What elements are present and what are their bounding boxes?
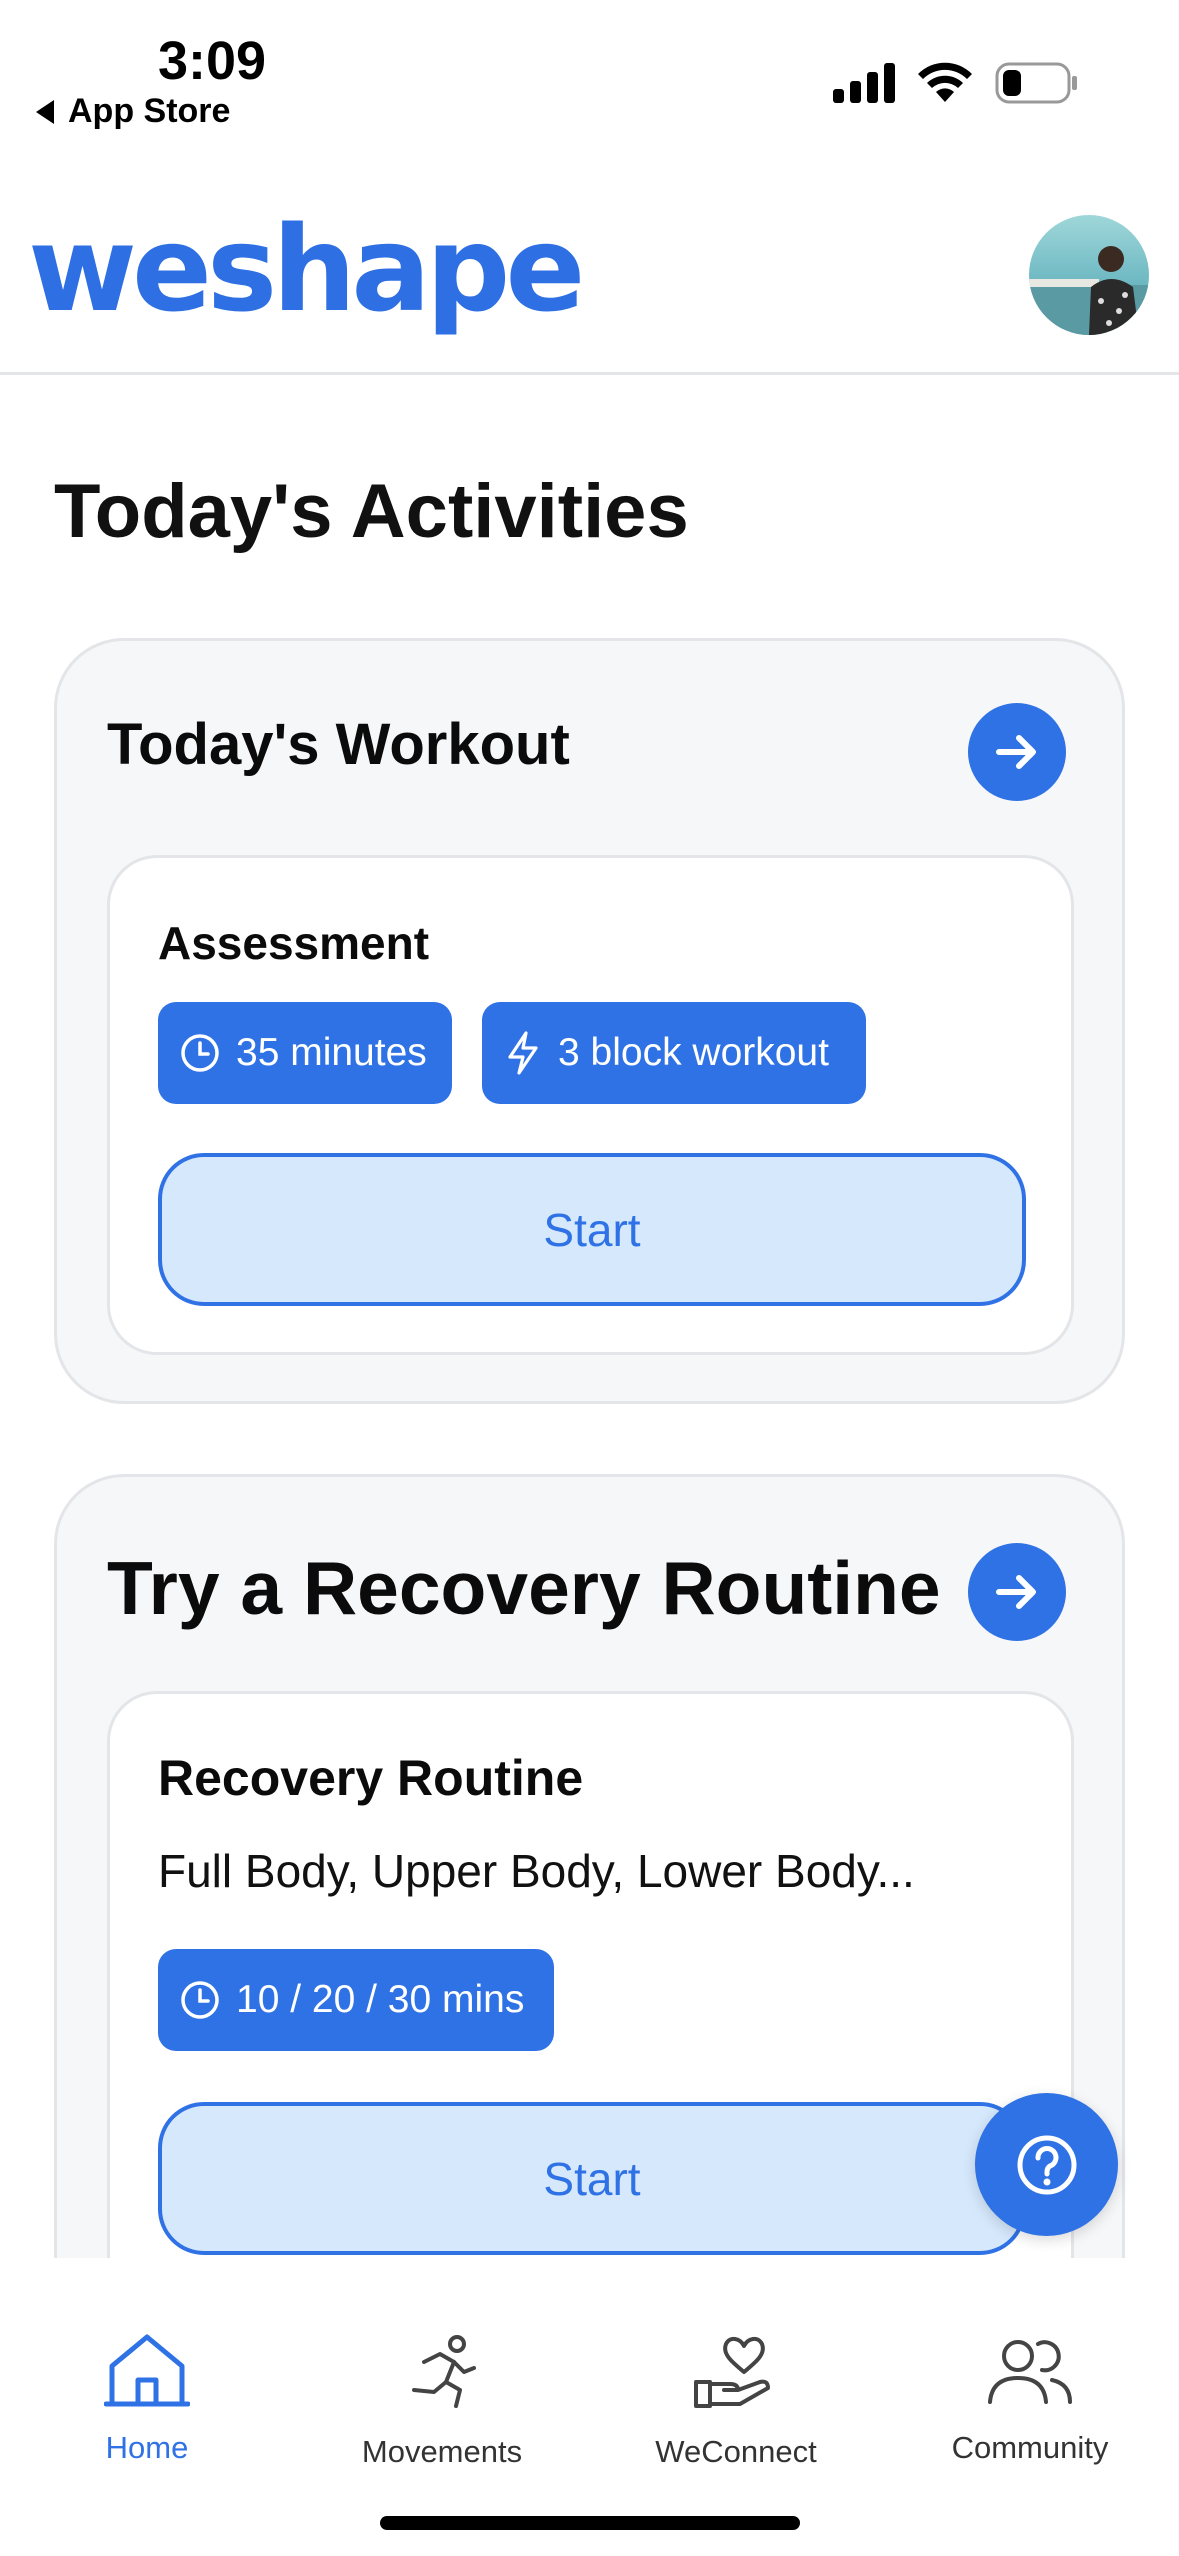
home-icon [104, 2334, 190, 2407]
todays-workout-title: Today's Workout [107, 712, 570, 777]
tab-movements-label: Movements [361, 2434, 523, 2469]
running-person-icon [412, 2335, 476, 2408]
battery-icon [995, 62, 1077, 104]
recovery-routine-title: Recovery Routine [158, 1750, 584, 1806]
people-icon [988, 2340, 1072, 2404]
recovery-routine-card: Try a Recovery Routine Recovery Routine … [54, 1474, 1125, 2264]
page-title: Today's Activities [54, 469, 689, 554]
help-button[interactable] [975, 2093, 1118, 2236]
tab-home-label: Home [105, 2430, 189, 2465]
tab-community[interactable]: Community [900, 2332, 1160, 2466]
bottom-tab-bar: Home Movements WeConnect Community [0, 2258, 1179, 2556]
app-header: weshape [0, 170, 1179, 375]
weshape-logo: weshape [28, 200, 585, 338]
recovery-routine-subtitle: Full Body, Upper Body, Lower Body... [158, 1845, 915, 1897]
back-to-app-store[interactable]: App Store [36, 92, 230, 131]
tab-community-label: Community [951, 2430, 1109, 2465]
recovery-duration-chip: 10 / 20 / 30 mins [158, 1949, 554, 2051]
start-assessment-button[interactable]: Start [158, 1153, 1026, 1306]
assessment-card: Assessment 35 minutes 3 block workout St… [107, 855, 1074, 1355]
tab-movements[interactable]: Movements [312, 2332, 572, 2470]
todays-workout-card: Today's Workout Assessment 35 minutes 3 … [54, 638, 1125, 1404]
arrow-right-icon [996, 1575, 1036, 1609]
back-triangle-icon [36, 99, 54, 124]
avatar-photo [1029, 246, 1149, 335]
home-indicator [380, 2516, 800, 2530]
arrow-right-icon [996, 735, 1036, 769]
status-bar: 3:09 App Store [0, 0, 1179, 160]
clock-icon [181, 1034, 219, 1072]
blocks-text: 3 block workout [558, 1031, 829, 1074]
tab-weconnect[interactable]: WeConnect [606, 2332, 866, 2470]
duration-chip: 35 minutes [158, 1002, 452, 1104]
lightning-icon [508, 1031, 538, 1075]
tab-weconnect-label: WeConnect [655, 2434, 817, 2469]
clock-icon [181, 1981, 219, 2019]
wifi-icon [918, 62, 972, 102]
blocks-chip: 3 block workout [482, 1002, 866, 1104]
start-recovery-button[interactable]: Start [158, 2102, 1026, 2255]
avatar[interactable] [1029, 215, 1149, 335]
workout-arrow-button[interactable] [968, 703, 1066, 801]
recovery-arrow-button[interactable] [968, 1543, 1066, 1641]
duration-text: 35 minutes [236, 1031, 427, 1074]
question-circle-icon [1017, 2135, 1076, 2194]
status-icons [833, 62, 1079, 104]
signal-icon [833, 63, 895, 103]
recovery-card-title: Try a Recovery Routine [107, 1546, 941, 1630]
recovery-duration-text: 10 / 20 / 30 mins [236, 1978, 525, 2021]
back-label: App Store [68, 92, 231, 130]
tab-home[interactable]: Home [17, 2332, 277, 2466]
assessment-title: Assessment [158, 917, 430, 969]
recovery-routine-item: Recovery Routine Full Body, Upper Body, … [107, 1691, 1074, 2264]
heart-hand-icon [694, 2337, 770, 2408]
status-time: 3:09 [158, 31, 267, 91]
